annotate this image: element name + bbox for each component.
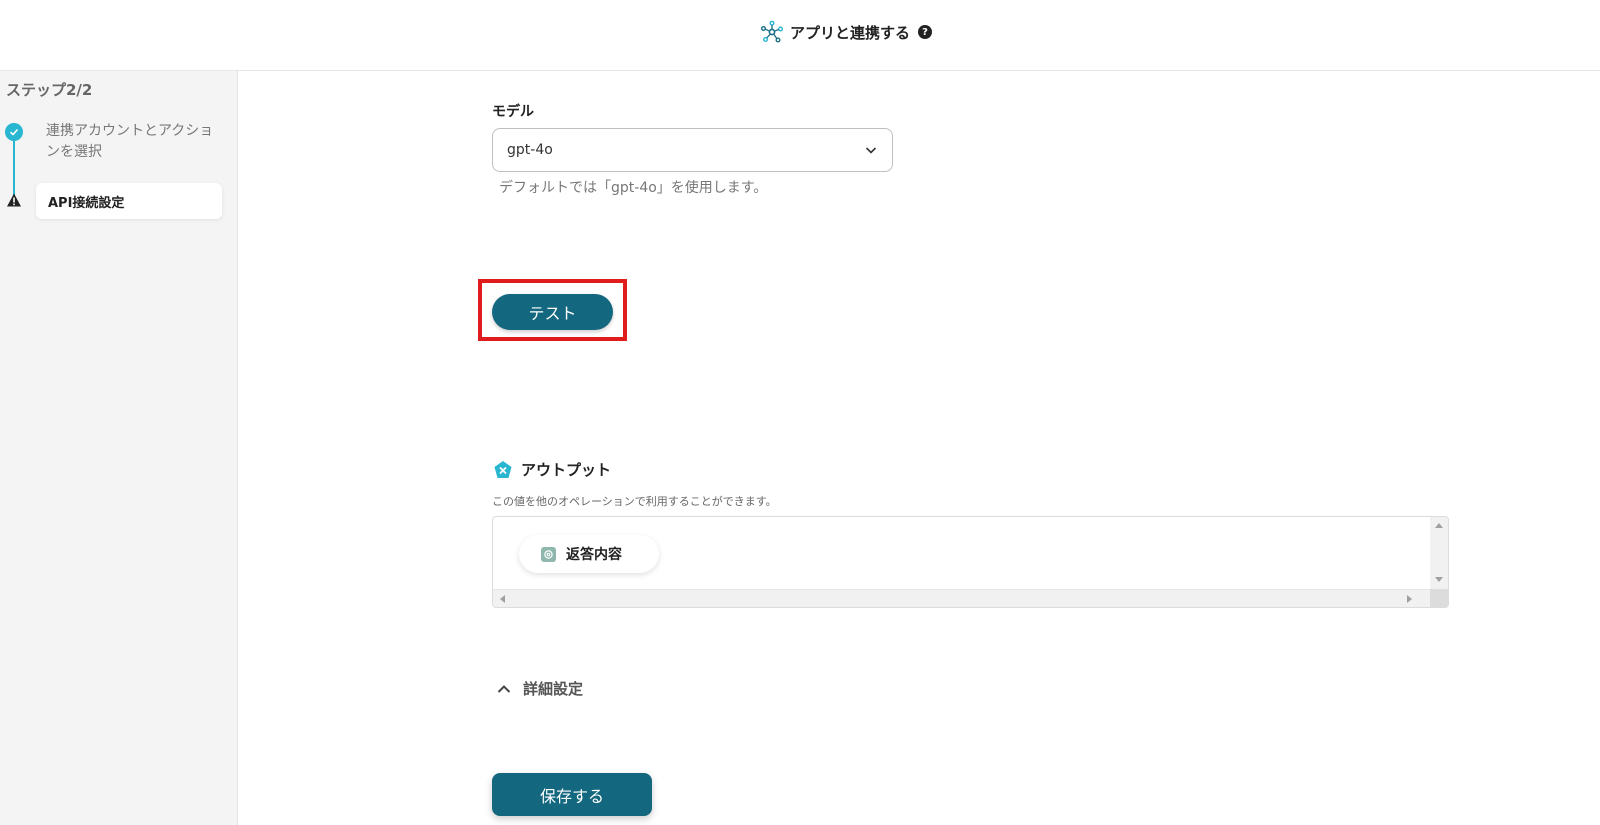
model-help-text: デフォルトでは「gpt-4o」を使用します。 [499,180,768,196]
model-select[interactable]: gpt-4o [492,128,893,172]
scroll-left-arrow-icon[interactable] [500,595,505,603]
step-sidebar: ステップ2/2 連携アカウントとアクションを選択 API接続設定 [0,71,238,825]
output-list: 返答内容 [492,516,1449,608]
question-circle-icon[interactable]: ? [918,25,933,39]
output-title: アウトプット [521,461,612,479]
network-hub-icon [761,20,784,43]
output-variable-icon [494,460,512,478]
model-field-label: モデル [492,104,534,120]
chevron-up-icon [497,684,511,693]
output-item-response[interactable]: 返答内容 [519,535,659,573]
page-title: アプリと連携する [790,23,911,42]
step-counter: ステップ2/2 [6,81,93,99]
header-title-group: アプリと連携する ? [760,20,933,44]
scroll-up-arrow-icon[interactable] [1435,523,1443,528]
step-connector-line [13,133,15,199]
advanced-settings-toggle[interactable]: 詳細設定 [497,678,583,699]
horizontal-scrollbar[interactable] [493,589,1432,607]
output-description: この値を他のオペレーションで利用することができます。 [492,495,777,508]
sidebar-step-api-settings[interactable]: API接続設定 [36,183,222,219]
output-item-label: 返答内容 [566,547,622,563]
chevron-down-icon [865,147,877,154]
openai-icon [541,546,556,562]
sidebar-step-select-account[interactable]: 連携アカウントとアクションを選択 [46,121,216,163]
check-circle-icon [5,123,23,141]
output-header: アウトプット [493,459,611,480]
warning-triangle-icon [7,193,21,207]
test-button[interactable]: テスト [492,294,613,330]
save-button[interactable]: 保存する [492,773,652,816]
scrollbar-corner [1430,589,1448,607]
model-select-value: gpt-4o [507,142,553,158]
vertical-scrollbar[interactable] [1430,517,1448,591]
advanced-settings-label: 詳細設定 [523,680,584,698]
scroll-right-arrow-icon[interactable] [1407,595,1412,603]
scroll-down-arrow-icon[interactable] [1435,577,1443,582]
top-header: アプリと連携する ? [0,0,1600,71]
